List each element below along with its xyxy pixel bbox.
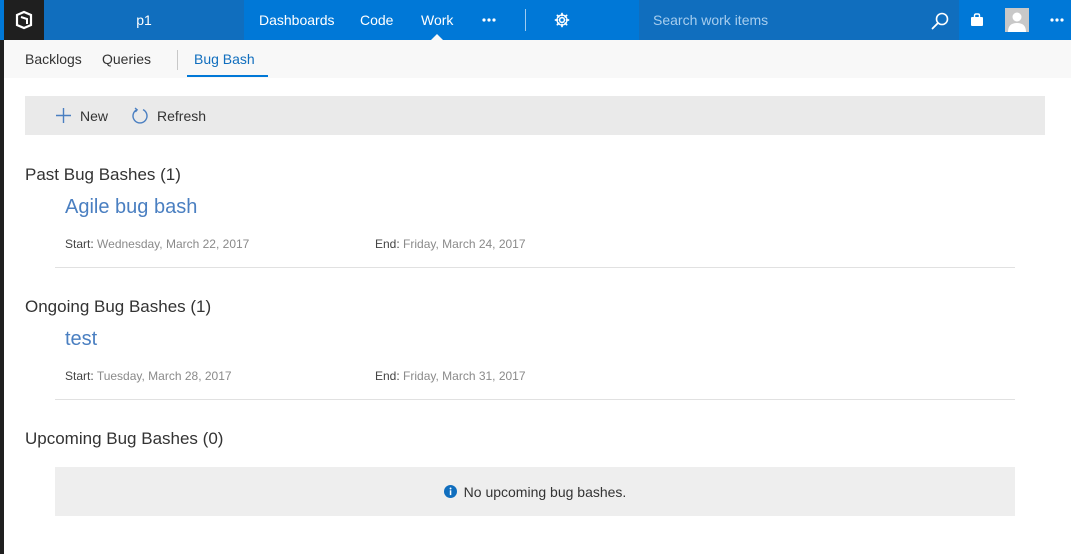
gear-icon[interactable]	[551, 0, 573, 40]
tab-backlogs[interactable]: Backlogs	[25, 40, 82, 78]
user-avatar-icon[interactable]	[1005, 0, 1029, 40]
search-box[interactable]	[639, 0, 959, 40]
list-item: Agile bug bash Start: Wednesday, March 2…	[55, 196, 1015, 268]
ellipsis-icon[interactable]	[478, 0, 500, 40]
plus-icon	[56, 108, 71, 123]
shopping-bag-icon[interactable]	[965, 0, 989, 40]
bash-title-link[interactable]: test	[65, 328, 97, 351]
end-date: Friday, March 24, 2017	[403, 237, 526, 251]
bash-end: End: Friday, March 24, 2017	[375, 237, 526, 251]
project-name[interactable]: p1	[44, 0, 244, 40]
search-icon[interactable]	[929, 10, 951, 32]
refresh-button-label: Refresh	[157, 107, 207, 124]
bash-end: End: Friday, March 31, 2017	[375, 369, 526, 383]
user-menu-ellipsis-icon[interactable]	[1046, 0, 1068, 40]
start-date: Wednesday, March 22, 2017	[97, 237, 250, 251]
sub-navigation: Backlogs Queries Bug Bash	[4, 40, 1071, 78]
left-edge-strip	[0, 0, 4, 554]
subnav-divider	[177, 50, 178, 70]
nav-dashboards[interactable]: Dashboards	[259, 0, 335, 40]
tab-bug-bash[interactable]: Bug Bash	[194, 40, 255, 78]
bash-start: Start: Tuesday, March 28, 2017	[65, 369, 232, 383]
start-label: Start:	[65, 237, 94, 251]
list-item: test Start: Tuesday, March 28, 2017 End:…	[55, 328, 1015, 400]
info-icon	[443, 485, 457, 498]
active-tab-underline	[187, 75, 268, 77]
tab-queries[interactable]: Queries	[102, 40, 151, 78]
new-button[interactable]: New	[55, 96, 108, 135]
end-label: End:	[375, 369, 400, 383]
bash-start: Start: Wednesday, March 22, 2017	[65, 237, 249, 251]
toolbar: New Refresh	[25, 96, 1045, 135]
nav-divider	[525, 9, 526, 31]
end-label: End:	[375, 237, 400, 251]
bash-title-link[interactable]: Agile bug bash	[65, 196, 197, 219]
nav-code[interactable]: Code	[360, 0, 393, 40]
search-input[interactable]	[653, 11, 923, 29]
empty-state-message: No upcoming bug bashes.	[55, 467, 1015, 516]
upcoming-section-title: Upcoming Bug Bashes (0)	[25, 429, 224, 448]
end-date: Friday, March 31, 2017	[403, 369, 526, 383]
refresh-icon	[132, 106, 148, 124]
start-label: Start:	[65, 369, 94, 383]
top-navigation-bar: p1 Dashboards Code Work	[0, 0, 1071, 40]
vsts-logo-icon[interactable]	[4, 0, 44, 40]
empty-state-text: No upcoming bug bashes.	[463, 483, 627, 500]
refresh-button[interactable]: Refresh	[131, 96, 206, 135]
new-button-label: New	[80, 107, 109, 124]
ongoing-section-title: Ongoing Bug Bashes (1)	[25, 297, 212, 316]
start-date: Tuesday, March 28, 2017	[96, 369, 232, 383]
past-section-title: Past Bug Bashes (1)	[25, 165, 181, 184]
